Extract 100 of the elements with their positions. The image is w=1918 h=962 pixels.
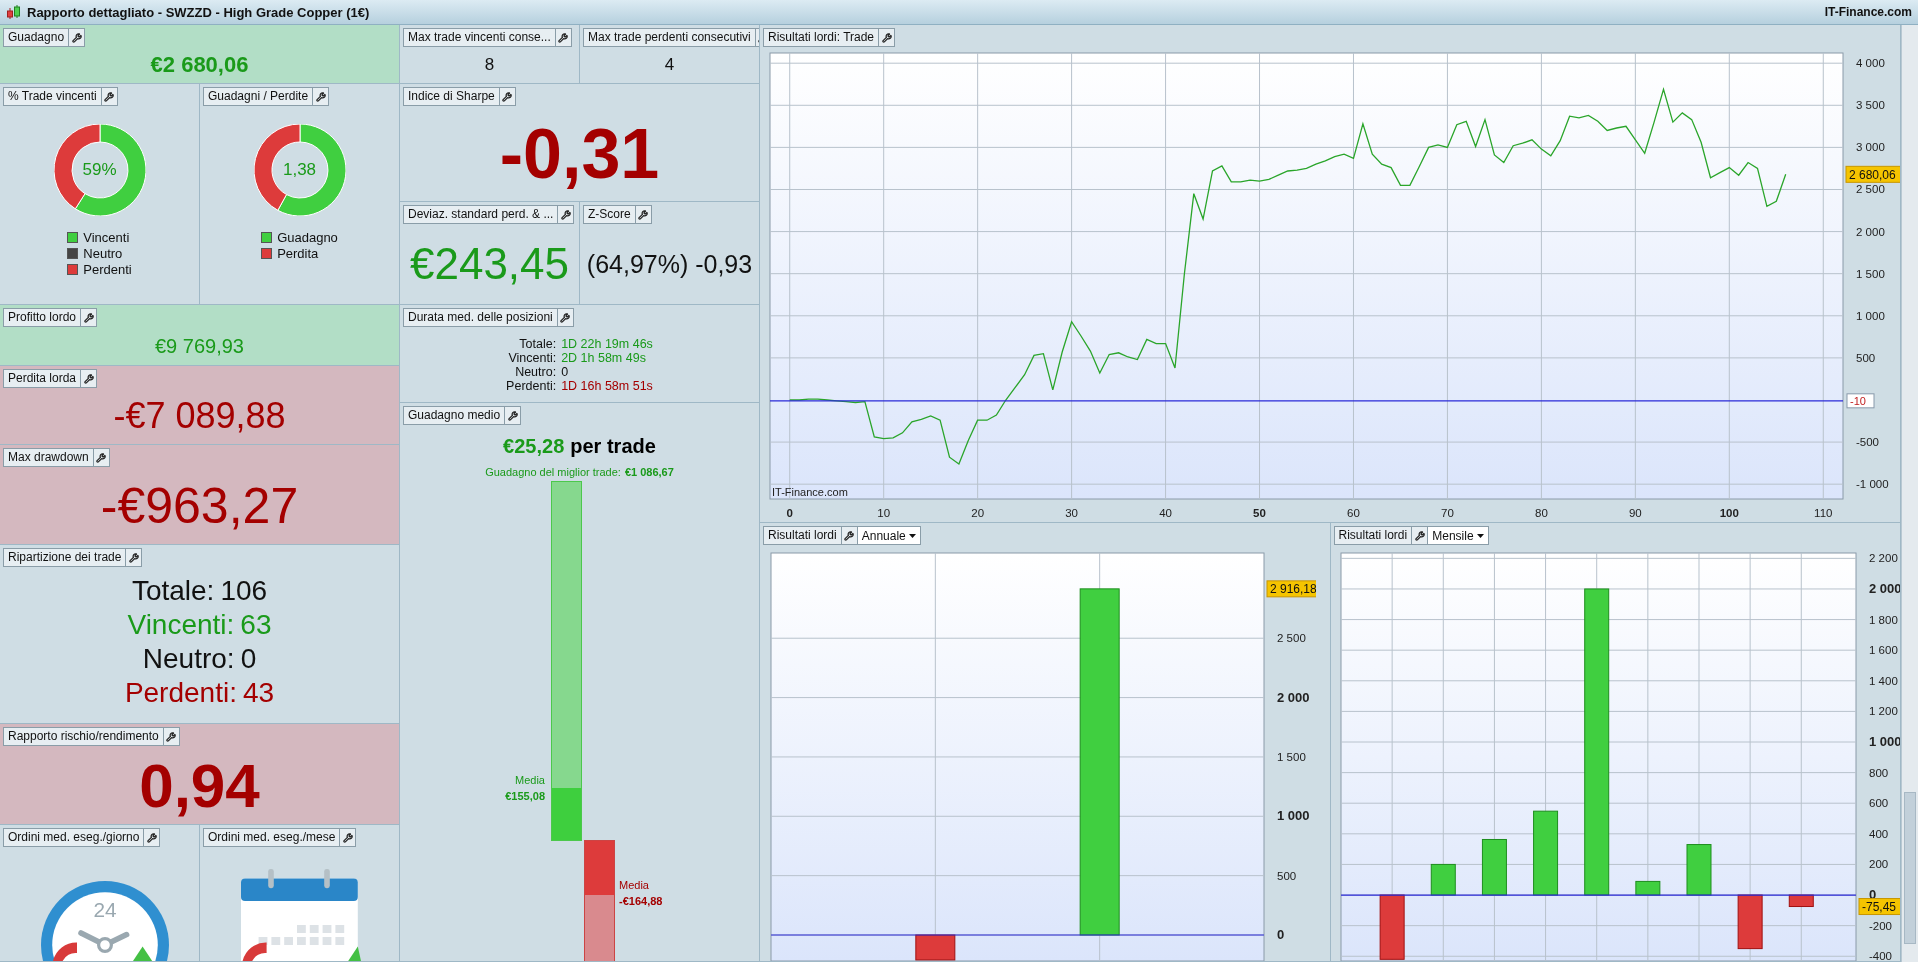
axis-label: 10 — [877, 507, 891, 519]
settings-button[interactable] — [498, 88, 515, 105]
stat-value: 0 — [240, 643, 257, 675]
settings-button[interactable] — [840, 527, 857, 544]
duration-value: 0 — [561, 364, 570, 379]
axis-label: 1 200 — [1868, 705, 1898, 718]
bar — [1379, 894, 1405, 960]
settings-button[interactable] — [634, 206, 651, 223]
settings-button[interactable] — [339, 829, 356, 846]
axis-label: 70 — [1441, 507, 1454, 519]
duration-value: 1D 16h 58m 51s — [561, 378, 653, 393]
axis-label: 200 — [1868, 858, 1888, 871]
settings-button[interactable] — [80, 309, 97, 326]
axis-label: 50 — [1253, 507, 1266, 519]
average-label: Media — [619, 879, 649, 891]
axis-label: 800 — [1868, 766, 1888, 779]
average-value: €155,08 — [505, 790, 545, 802]
panel-title: Max drawdown — [7, 449, 90, 466]
wrench-icon — [558, 32, 569, 43]
axis-label: 1 000 — [1277, 808, 1310, 824]
axis-label: 2 500 — [1856, 183, 1885, 196]
axis-label: 80 — [1535, 507, 1548, 519]
settings-button[interactable] — [504, 407, 521, 424]
stat-label: Vincenti: — [127, 609, 235, 641]
axis-label: 100 — [1719, 507, 1739, 519]
axis-label: 0 — [786, 507, 793, 519]
candlestick-icon — [6, 4, 22, 20]
value-tag: 2 680,06 — [1845, 165, 1900, 183]
axis-label: 600 — [1868, 797, 1888, 810]
wrench-icon — [71, 32, 82, 43]
value-tag: -75,45 — [1858, 898, 1901, 915]
wrench-icon — [146, 832, 157, 843]
settings-button[interactable] — [143, 829, 160, 846]
duration-label: Neutro: — [514, 364, 557, 379]
dial-label: 24 — [93, 898, 117, 921]
wrench-icon — [502, 91, 513, 102]
panel-title: Risultati lordi: Trade — [767, 29, 876, 46]
caret-icon — [1476, 533, 1484, 538]
duration-value: 1D 22h 19m 46s — [561, 336, 653, 351]
best-trade-label: Guadagno del miglior trade: — [485, 466, 621, 478]
settings-button[interactable] — [68, 29, 85, 46]
stat-value: 63 — [240, 609, 272, 641]
scrollbar[interactable] — [1901, 25, 1918, 962]
settings-button[interactable] — [92, 449, 109, 466]
axis-label: 1 600 — [1868, 644, 1898, 657]
axis-label: 1 000 — [1856, 309, 1885, 322]
window-title: Rapporto dettagliato - SWZZD - High Grade Copper (1€) — [27, 4, 370, 20]
stat-value: 0,94 — [139, 749, 260, 821]
duration-label: Totale: — [518, 336, 557, 351]
brand-label: IT-Finance.com — [1824, 5, 1912, 19]
axis-label: 500 — [1277, 869, 1297, 882]
bar — [1737, 894, 1763, 950]
settings-button[interactable] — [162, 728, 179, 745]
stat-value: -€963,27 — [100, 476, 299, 535]
stat-value: (64,97%) -0,93 — [586, 249, 753, 279]
bar — [1481, 839, 1507, 896]
axis-label: -200 — [1868, 919, 1892, 932]
panel-title: Durata med. delle posizioni — [407, 309, 554, 326]
best-trade-value: €1 086,67 — [624, 466, 674, 478]
axis-label: 1 800 — [1868, 613, 1898, 626]
settings-button[interactable] — [125, 549, 142, 566]
average-label: Media — [515, 774, 545, 786]
wrench-icon — [83, 373, 94, 384]
duration-value: 2D 1h 58m 49s — [561, 350, 647, 365]
period-dropdown[interactable]: Mensile — [1427, 527, 1488, 544]
panel-title: Risultati lordi — [767, 527, 838, 544]
wrench-icon — [342, 832, 353, 843]
axis-label: 400 — [1868, 827, 1888, 840]
source-label: IT-Finance.com — [772, 486, 848, 498]
axis-label: 90 — [1628, 507, 1642, 519]
legend-label: Neutro — [83, 246, 123, 261]
settings-button[interactable] — [554, 29, 571, 46]
stat-label: Neutro: — [142, 643, 235, 675]
settings-button[interactable] — [556, 309, 573, 326]
bar — [915, 934, 956, 961]
bar — [1788, 894, 1814, 907]
settings-button[interactable] — [80, 370, 97, 387]
axis-label: 30 — [1065, 507, 1078, 519]
stat-label: Totale: — [131, 575, 215, 607]
settings-button[interactable] — [312, 88, 329, 105]
bar — [1686, 844, 1711, 896]
axis-label: 1 500 — [1856, 267, 1885, 280]
legend-label: Perdita — [277, 246, 319, 261]
axis-label: 3 500 — [1856, 99, 1885, 112]
average-gain-value: €25,28 — [503, 435, 565, 458]
wrench-icon — [560, 209, 571, 220]
period-dropdown[interactable]: Annuale — [856, 527, 920, 544]
settings-button[interactable] — [557, 206, 574, 223]
stat-value: -0,31 — [499, 113, 660, 194]
panel-title: Guadagno — [7, 29, 66, 46]
wrench-icon — [638, 209, 649, 220]
stat-value: 43 — [242, 677, 275, 709]
axis-label: 1 000 — [1868, 734, 1901, 749]
axis-label: 2 500 — [1277, 632, 1306, 645]
settings-button[interactable] — [100, 88, 117, 105]
axis-label: 60 — [1347, 507, 1360, 519]
stat-value: €2 680,06 — [150, 52, 249, 78]
panel-title: Ripartizione dei trade — [7, 549, 123, 566]
settings-button[interactable] — [878, 29, 895, 46]
panel-title: Ordini med. eseg./mese — [207, 829, 337, 846]
